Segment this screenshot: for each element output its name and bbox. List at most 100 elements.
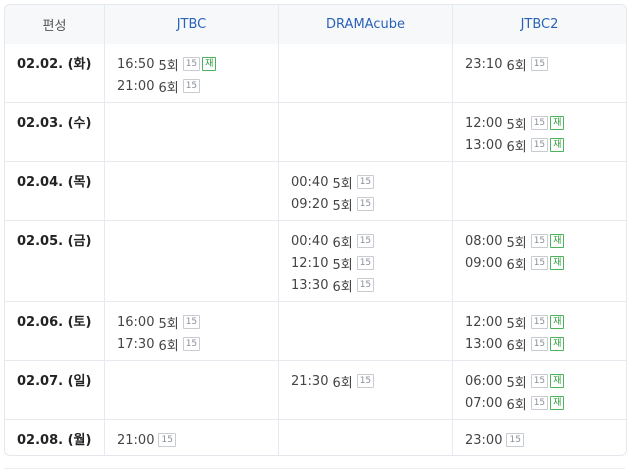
air-time: 12:00 (465, 314, 503, 330)
table-row: 02.04. (목) 00:40 5회 15 09:20 5회 15 (5, 161, 626, 220)
episode-number: 6회 (332, 279, 353, 295)
air-time: 06:00 (465, 373, 503, 389)
air-time: 16:00 (117, 314, 155, 330)
episode-number: 6회 (158, 80, 179, 96)
age-rating-badge: 15 (356, 278, 375, 292)
airing-slot[interactable]: 16:50 5회 15 재 (117, 53, 278, 75)
age-rating-badge: 15 (530, 116, 549, 130)
episode-number: 5회 (506, 375, 527, 391)
airing-slot[interactable]: 09:00 6회 15 재 (465, 252, 626, 274)
rerun-badge: 재 (550, 315, 565, 329)
age-rating-badge: 15 (158, 433, 176, 447)
airing-slot[interactable]: 00:40 6회 15 (291, 230, 452, 252)
airing-slot[interactable]: 12:10 5회 15 (291, 252, 452, 274)
episode-number: 5회 (506, 117, 527, 133)
age-rating-badge: 15 (356, 256, 375, 270)
schedule-cell: 08:00 5회 15 재 09:00 6회 15 재 (452, 221, 626, 301)
schedule-cell: 23:00 15 (452, 420, 626, 455)
channel-header-jtbc2[interactable]: JTBC2 (452, 5, 626, 44)
schedule-cell (104, 103, 278, 161)
airing-slot[interactable]: 12:00 5회 15 재 (465, 311, 626, 333)
header-label: 편성 (42, 19, 67, 34)
airing-slot[interactable]: 00:40 5회 15 (291, 171, 452, 193)
schedule-cell: 23:10 6회 15 (452, 44, 626, 102)
table-row: 02.03. (수) 12:00 5회 15 재 13:00 6회 15 재 (5, 102, 626, 161)
airing-slot[interactable]: 21:00 6회 15 (117, 75, 278, 97)
table-row: 02.02. (화) 16:50 5회 15 재 21:00 6회 15 23:10 6회 15 (5, 44, 626, 102)
schedule-cell: 21:00 15 (104, 420, 278, 455)
age-rating-badge: 15 (530, 337, 549, 351)
date-cell: 02.04. (목) (17, 175, 92, 190)
air-time: 17:30 (117, 336, 155, 352)
episode-number: 5회 (158, 58, 179, 74)
table-row: 02.05. (금) 00:40 6회 15 12:10 5회 15 13:30 6회 15 08:… (5, 220, 626, 301)
schedule-cell (104, 361, 278, 419)
airing-slot[interactable]: 06:00 5회 15 재 (465, 370, 626, 392)
episode-number: 6회 (158, 338, 179, 354)
episode-number: 5회 (506, 235, 527, 251)
rerun-badge: 재 (202, 57, 217, 71)
schedule-cell (278, 44, 452, 102)
air-time: 13:00 (465, 336, 503, 352)
rerun-badge: 재 (550, 234, 565, 248)
schedule-cell: 06:00 5회 15 재 07:00 6회 15 재 (452, 361, 626, 419)
airing-slot[interactable]: 13:30 6회 15 (291, 274, 452, 296)
date-cell: 02.03. (수) (17, 116, 92, 131)
air-time: 21:30 (291, 373, 329, 389)
episode-number: 6회 (332, 235, 353, 251)
rerun-badge: 재 (550, 138, 565, 152)
airing-slot[interactable]: 07:00 6회 15 재 (465, 392, 626, 414)
age-rating-badge: 15 (356, 374, 375, 388)
schedule-cell (104, 221, 278, 301)
airing-slot[interactable]: 16:00 5회 15 (117, 311, 278, 333)
airing-slot[interactable]: 13:00 6회 15 재 (465, 134, 626, 156)
episode-number: 6회 (506, 58, 527, 74)
table-row: 02.07. (일) 21:30 6회 15 06:00 5회 15 재 07:00 6회 15 재 (5, 360, 626, 419)
episode-number: 5회 (158, 316, 179, 332)
airing-slot[interactable]: 21:30 6회 15 (291, 370, 452, 392)
episode-number: 5회 (332, 257, 353, 273)
rerun-badge: 재 (550, 116, 565, 130)
air-time: 23:00 (465, 432, 503, 448)
airing-slot[interactable]: 21:00 15 (117, 429, 278, 451)
channel-header-dramacube[interactable]: DRAMAcube (278, 5, 452, 44)
table-row: 02.06. (토) 16:00 5회 15 17:30 6회 15 12:00 5회 15 재 13… (5, 301, 626, 360)
air-time: 23:10 (465, 56, 503, 72)
channel-header-jtbc[interactable]: JTBC (104, 5, 278, 44)
air-time: 00:40 (291, 233, 329, 249)
airing-slot[interactable]: 13:00 6회 15 재 (465, 333, 626, 355)
episode-number: 6회 (332, 375, 353, 391)
age-rating-badge: 15 (182, 79, 201, 93)
air-time: 21:00 (117, 432, 155, 448)
schedule-cell (104, 162, 278, 220)
airing-slot[interactable]: 23:00 15 (465, 429, 626, 451)
date-cell: 02.05. (금) (17, 234, 92, 249)
air-time: 12:10 (291, 255, 329, 271)
air-time: 00:40 (291, 174, 329, 190)
age-rating-badge: 15 (530, 315, 549, 329)
date-cell: 02.06. (토) (17, 315, 92, 330)
date-cell: 02.07. (일) (17, 374, 92, 389)
airing-slot[interactable]: 12:00 5회 15 재 (465, 112, 626, 134)
age-rating-badge: 15 (530, 57, 549, 71)
schedule-cell: 21:30 6회 15 (278, 361, 452, 419)
schedule-cell (452, 162, 626, 220)
airing-slot[interactable]: 09:20 5회 15 (291, 193, 452, 215)
age-rating-badge: 15 (182, 337, 201, 351)
age-rating-badge: 15 (356, 175, 375, 189)
airing-slot[interactable]: 08:00 5회 15 재 (465, 230, 626, 252)
episode-number: 6회 (506, 397, 527, 413)
date-cell: 02.02. (화) (17, 57, 92, 72)
episode-number: 6회 (506, 338, 527, 354)
airing-slot[interactable]: 23:10 6회 15 (465, 53, 626, 75)
episode-number: 5회 (332, 176, 353, 192)
airing-slot[interactable]: 17:30 6회 15 (117, 333, 278, 355)
schedule-cell: 00:40 6회 15 12:10 5회 15 13:30 6회 15 (278, 221, 452, 301)
rerun-badge: 재 (550, 396, 565, 410)
age-rating-badge: 15 (506, 433, 524, 447)
divider (4, 468, 625, 469)
schedule-cell (278, 420, 452, 455)
episode-number: 6회 (506, 257, 527, 273)
schedule-cell: 12:00 5회 15 재 13:00 6회 15 재 (452, 302, 626, 360)
schedule-cell: 00:40 5회 15 09:20 5회 15 (278, 162, 452, 220)
